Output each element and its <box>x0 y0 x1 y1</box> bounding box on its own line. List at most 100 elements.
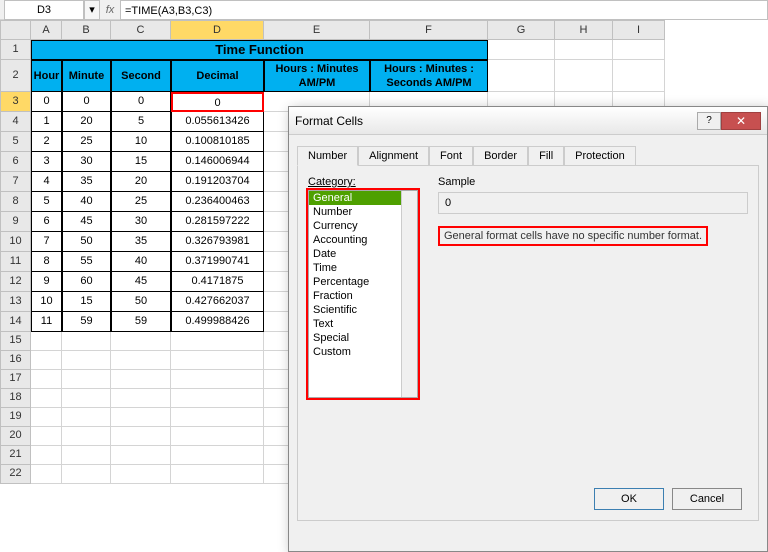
header-E[interactable]: Hours : Minutes AM/PM <box>264 60 370 92</box>
cell-D10[interactable]: 0.326793981 <box>171 232 264 252</box>
cell[interactable] <box>62 408 111 427</box>
col-header-D[interactable]: D <box>171 20 264 40</box>
ok-button[interactable]: OK <box>594 488 664 510</box>
cell[interactable] <box>31 465 62 484</box>
col-header-E[interactable]: E <box>264 20 370 40</box>
cell-D11[interactable]: 0.371990741 <box>171 252 264 272</box>
cell-D7[interactable]: 0.191203704 <box>171 172 264 192</box>
row-header[interactable]: 12 <box>0 272 31 292</box>
row-header[interactable]: 17 <box>0 370 31 389</box>
cell[interactable] <box>171 370 264 389</box>
cell[interactable] <box>31 351 62 370</box>
col-header-B[interactable]: B <box>62 20 111 40</box>
cell[interactable] <box>111 332 171 351</box>
header-A[interactable]: Hour <box>31 60 62 92</box>
row-header[interactable]: 11 <box>0 252 31 272</box>
header-C[interactable]: Second <box>111 60 171 92</box>
cell[interactable] <box>555 60 613 92</box>
cell[interactable] <box>171 465 264 484</box>
cell[interactable] <box>111 389 171 408</box>
cell[interactable] <box>62 446 111 465</box>
select-all-corner[interactable] <box>0 20 31 40</box>
title-cell[interactable]: Time Function <box>31 40 488 60</box>
cell-A11[interactable]: 8 <box>31 252 62 272</box>
row-header[interactable]: 21 <box>0 446 31 465</box>
cell[interactable] <box>555 40 613 60</box>
row-header[interactable]: 9 <box>0 212 31 232</box>
cell[interactable] <box>31 389 62 408</box>
cell-C14[interactable]: 59 <box>111 312 171 332</box>
cell-A4[interactable]: 1 <box>31 112 62 132</box>
cell-B8[interactable]: 40 <box>62 192 111 212</box>
cell-D13[interactable]: 0.427662037 <box>171 292 264 312</box>
category-listbox[interactable]: GeneralNumberCurrencyAccountingDateTimeP… <box>308 190 418 398</box>
cell[interactable] <box>613 60 665 92</box>
col-header-G[interactable]: G <box>488 20 555 40</box>
cell-A5[interactable]: 2 <box>31 132 62 152</box>
cell-A14[interactable]: 11 <box>31 312 62 332</box>
cell[interactable] <box>171 408 264 427</box>
cell[interactable] <box>488 40 555 60</box>
cell[interactable] <box>111 370 171 389</box>
cell-D3[interactable]: 0 <box>171 92 264 112</box>
col-header-H[interactable]: H <box>555 20 613 40</box>
dialog-help-button[interactable]: ? <box>697 112 721 130</box>
cell-A7[interactable]: 4 <box>31 172 62 192</box>
row-header[interactable]: 10 <box>0 232 31 252</box>
tab-protection[interactable]: Protection <box>564 146 636 166</box>
cell-B12[interactable]: 60 <box>62 272 111 292</box>
cell-D8[interactable]: 0.236400463 <box>171 192 264 212</box>
cell-D12[interactable]: 0.4171875 <box>171 272 264 292</box>
row-header[interactable]: 16 <box>0 351 31 370</box>
cell-B10[interactable]: 50 <box>62 232 111 252</box>
name-box[interactable]: D3 <box>4 0 84 20</box>
col-header-C[interactable]: C <box>111 20 171 40</box>
row-header[interactable]: 15 <box>0 332 31 351</box>
col-header-F[interactable]: F <box>370 20 488 40</box>
name-box-dropdown[interactable]: ▾ <box>84 0 100 20</box>
cell-C10[interactable]: 35 <box>111 232 171 252</box>
cell-B5[interactable]: 25 <box>62 132 111 152</box>
cell[interactable] <box>31 427 62 446</box>
cell-B14[interactable]: 59 <box>62 312 111 332</box>
cell-A13[interactable]: 10 <box>31 292 62 312</box>
cell-A12[interactable]: 9 <box>31 272 62 292</box>
cell[interactable] <box>111 465 171 484</box>
tab-font[interactable]: Font <box>429 146 473 166</box>
row-header[interactable]: 20 <box>0 427 31 446</box>
cell-B4[interactable]: 20 <box>62 112 111 132</box>
cell-D14[interactable]: 0.499988426 <box>171 312 264 332</box>
cell-A10[interactable]: 7 <box>31 232 62 252</box>
row-header[interactable]: 7 <box>0 172 31 192</box>
cell[interactable] <box>31 408 62 427</box>
cell-D4[interactable]: 0.055613426 <box>171 112 264 132</box>
cell-C7[interactable]: 20 <box>111 172 171 192</box>
tab-number[interactable]: Number <box>297 146 358 166</box>
col-header-I[interactable]: I <box>613 20 665 40</box>
cell[interactable] <box>171 389 264 408</box>
row-header[interactable]: 22 <box>0 465 31 484</box>
cell[interactable] <box>31 332 62 351</box>
row-header[interactable]: 6 <box>0 152 31 172</box>
cell-A6[interactable]: 3 <box>31 152 62 172</box>
cell[interactable] <box>613 40 665 60</box>
cell[interactable] <box>31 446 62 465</box>
cell[interactable] <box>111 427 171 446</box>
cell-C13[interactable]: 50 <box>111 292 171 312</box>
row-header[interactable]: 2 <box>0 60 31 92</box>
cell[interactable] <box>171 427 264 446</box>
cell-C5[interactable]: 10 <box>111 132 171 152</box>
row-header[interactable]: 18 <box>0 389 31 408</box>
cell[interactable] <box>111 408 171 427</box>
row-header[interactable]: 8 <box>0 192 31 212</box>
cell-D5[interactable]: 0.100810185 <box>171 132 264 152</box>
formula-input[interactable]: =TIME(A3,B3,C3) <box>120 0 768 20</box>
cell[interactable] <box>171 351 264 370</box>
cell[interactable] <box>171 332 264 351</box>
row-header[interactable]: 14 <box>0 312 31 332</box>
cell-C12[interactable]: 45 <box>111 272 171 292</box>
row-header[interactable]: 13 <box>0 292 31 312</box>
fx-icon[interactable]: fx <box>100 4 120 16</box>
cell-D6[interactable]: 0.146006944 <box>171 152 264 172</box>
cell[interactable] <box>62 427 111 446</box>
